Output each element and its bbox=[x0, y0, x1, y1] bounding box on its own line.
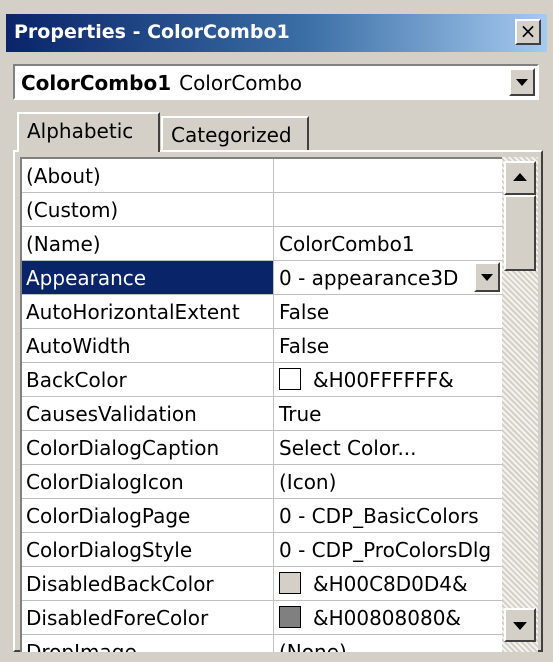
property-row[interactable]: AutoHorizontalExtent False bbox=[22, 295, 502, 329]
close-button[interactable]: × bbox=[515, 19, 541, 45]
window-title: Properties - ColorCombo1 bbox=[14, 21, 290, 43]
property-name[interactable]: DisabledBackColor bbox=[22, 567, 274, 600]
property-name[interactable]: BackColor bbox=[22, 363, 274, 396]
property-grid: (About) (Custom) (Name) ColorCombo1 Appearan… bbox=[20, 157, 502, 652]
tab-categorized[interactable]: Categorized bbox=[161, 116, 309, 150]
property-value-text: 0 - CDP_ProColorsDlg bbox=[279, 538, 492, 562]
object-selector[interactable]: ColorCombo1 ColorCombo bbox=[13, 64, 539, 100]
property-row[interactable]: ColorDialogPage 0 - CDP_BasicColors bbox=[22, 499, 502, 533]
property-value[interactable]: 0 - CDP_ProColorsDlg bbox=[274, 533, 502, 566]
property-row[interactable]: CausesValidation True bbox=[22, 397, 502, 431]
property-name[interactable]: ColorDialogStyle bbox=[22, 533, 274, 566]
property-name[interactable]: Appearance bbox=[22, 261, 274, 294]
property-value[interactable]: &H00FFFFFF& bbox=[274, 363, 502, 396]
property-row[interactable]: (About) bbox=[22, 159, 502, 193]
property-row[interactable]: DisabledForeColor &H00808080& bbox=[22, 601, 502, 635]
property-value[interactable]: ColorCombo1 bbox=[274, 227, 502, 260]
property-value-text: 0 - CDP_BasicColors bbox=[279, 504, 479, 528]
tab-alphabetic[interactable]: Alphabetic bbox=[17, 112, 160, 152]
property-value[interactable]: False bbox=[274, 329, 502, 362]
property-value-text: True bbox=[279, 402, 322, 426]
property-value[interactable]: Select Color... bbox=[274, 431, 502, 464]
close-icon: × bbox=[519, 19, 537, 43]
color-swatch bbox=[279, 606, 301, 628]
property-row[interactable]: Appearance 0 - appearance3D bbox=[22, 261, 502, 295]
property-row[interactable]: ColorDialogIcon (Icon) bbox=[22, 465, 502, 499]
chevron-down-icon bbox=[481, 274, 493, 281]
property-name[interactable]: (About) bbox=[22, 159, 274, 192]
property-value[interactable]: 0 - appearance3D bbox=[274, 261, 502, 294]
property-row[interactable]: DropImage (None) bbox=[22, 635, 502, 652]
property-name[interactable]: ColorDialogCaption bbox=[22, 431, 274, 464]
color-swatch bbox=[279, 572, 301, 594]
property-value-text: (Icon) bbox=[279, 470, 337, 494]
property-value-text: &H00FFFFFF& bbox=[313, 368, 454, 392]
property-name[interactable]: CausesValidation bbox=[22, 397, 274, 430]
property-name[interactable]: (Custom) bbox=[22, 193, 274, 226]
property-value-text: 0 - appearance3D bbox=[279, 266, 459, 290]
property-row[interactable]: AutoWidth False bbox=[22, 329, 502, 363]
property-value[interactable]: &H00C8D0D4& bbox=[274, 567, 502, 600]
property-value[interactable]: True bbox=[274, 397, 502, 430]
property-name[interactable]: ColorDialogIcon bbox=[22, 465, 274, 498]
object-type: ColorCombo bbox=[179, 71, 302, 95]
property-row[interactable]: ColorDialogCaption Select Color... bbox=[22, 431, 502, 465]
property-row[interactable]: ColorDialogStyle 0 - CDP_ProColorsDlg bbox=[22, 533, 502, 567]
object-selector-dropdown-button[interactable] bbox=[509, 68, 535, 96]
property-value-text: Select Color... bbox=[279, 436, 417, 460]
property-row[interactable]: (Name) ColorCombo1 bbox=[22, 227, 502, 261]
scroll-down-button[interactable] bbox=[504, 608, 536, 642]
property-name[interactable]: AutoWidth bbox=[22, 329, 274, 362]
property-name[interactable]: AutoHorizontalExtent bbox=[22, 295, 274, 328]
color-swatch bbox=[279, 368, 301, 390]
property-row[interactable]: DisabledBackColor &H00C8D0D4& bbox=[22, 567, 502, 601]
property-value-text: &H00C8D0D4& bbox=[313, 572, 468, 596]
property-value-text: &H00808080& bbox=[313, 606, 462, 630]
property-name[interactable]: DisabledForeColor bbox=[22, 601, 274, 634]
property-name[interactable]: DropImage bbox=[22, 635, 274, 652]
arrow-up-icon bbox=[513, 173, 527, 181]
property-value[interactable]: False bbox=[274, 295, 502, 328]
arrow-down-icon bbox=[513, 622, 527, 630]
scrollbar-thumb[interactable] bbox=[504, 195, 536, 271]
properties-window: Properties - ColorCombo1 × ColorCombo1 Co… bbox=[0, 0, 553, 662]
property-value[interactable]: (None) bbox=[274, 635, 502, 652]
property-value[interactable]: (Icon) bbox=[274, 465, 502, 498]
scroll-up-button[interactable] bbox=[504, 161, 536, 195]
title-bar[interactable]: Properties - ColorCombo1 × bbox=[6, 14, 547, 52]
property-value[interactable]: &H00808080& bbox=[274, 601, 502, 634]
property-value[interactable]: 0 - CDP_BasicColors bbox=[274, 499, 502, 532]
property-name[interactable]: ColorDialogPage bbox=[22, 499, 274, 532]
property-row[interactable]: BackColor &H00FFFFFF& bbox=[22, 363, 502, 397]
property-value[interactable] bbox=[274, 159, 502, 192]
property-value-text: False bbox=[279, 300, 330, 324]
property-value-text: (None) bbox=[279, 640, 347, 652]
property-value[interactable] bbox=[274, 193, 502, 226]
object-selector-text: ColorCombo1 ColorCombo bbox=[21, 71, 302, 95]
property-name[interactable]: (Name) bbox=[22, 227, 274, 260]
object-name: ColorCombo1 bbox=[21, 71, 172, 95]
property-value-text: False bbox=[279, 334, 330, 358]
vertical-scrollbar[interactable] bbox=[502, 157, 538, 652]
property-dropdown-button[interactable] bbox=[474, 262, 500, 292]
property-row[interactable]: (Custom) bbox=[22, 193, 502, 227]
chevron-down-icon bbox=[516, 79, 528, 86]
property-value-text: ColorCombo1 bbox=[279, 232, 415, 256]
